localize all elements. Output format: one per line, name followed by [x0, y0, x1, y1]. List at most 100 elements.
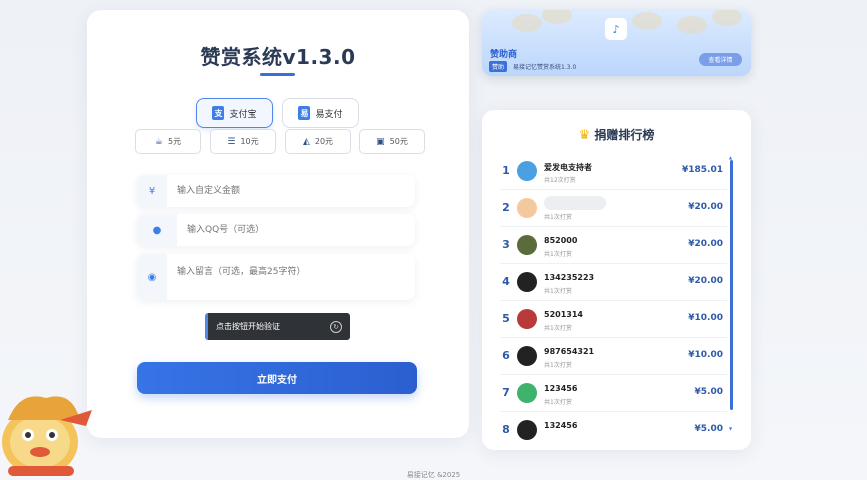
sponsor-banner[interactable]: ♪ 赞助商 赞助 易接记忆赞赏系统1.3.0 查看详情 [482, 10, 751, 76]
rank-number: 1 [502, 164, 510, 177]
refresh-icon: ↻ [330, 320, 342, 333]
donor-name: 123456 [544, 384, 578, 393]
donor-name: 987654321 [544, 347, 595, 356]
amount-10-button[interactable]: ☰ 10元 [210, 129, 276, 154]
pay-now-button[interactable]: 立即支付 [137, 362, 417, 394]
donor-name: 爱发电支持者 [544, 163, 592, 172]
donation-count: 共1次打赏 [544, 214, 572, 221]
avatar [517, 161, 537, 181]
donation-count: 共1次打赏 [544, 362, 572, 369]
footer-copyright: 易接记忆 &2025 [406, 471, 461, 479]
avatar [517, 420, 537, 440]
pay-method-label: 易支付 [315, 109, 343, 120]
donation-amount: ¥5.00 [694, 424, 723, 434]
donation-amount: ¥20.00 [688, 239, 723, 249]
banner-desc: 易接记忆赞赏系统1.3.0 [513, 64, 577, 71]
banner-detail-button[interactable]: 查看详情 [699, 53, 742, 66]
rank-row: 4 134235223 共1次打赏 ¥20.00 [500, 264, 727, 301]
rank-number: 7 [502, 386, 510, 399]
banner-tag: 赞助 [489, 61, 508, 72]
yuan-icon: ¥ [137, 175, 167, 207]
donation-count: 共1次打赏 [544, 399, 572, 406]
donation-amount: ¥10.00 [688, 313, 723, 323]
scroll-down-icon[interactable]: ▼ [729, 426, 732, 431]
donor-name: 852000 [544, 236, 578, 245]
donation-rank-card: ♛ 捐赠排行榜 1 爱发电支持者 共12次打赏 ¥185.01 2 共1次打赏 ¥… [482, 110, 751, 450]
amount-label: 20元 [314, 137, 334, 146]
lion-mascot-illustration [2, 396, 92, 476]
alipay-icon: 支 [212, 106, 225, 120]
pay-method-alipay[interactable]: 支 支付宝 [196, 98, 273, 128]
donation-count: 共1次打赏 [544, 325, 572, 332]
rank-row: 7 123456 共1次打赏 ¥5.00 [500, 375, 727, 412]
custom-amount-input[interactable] [167, 175, 415, 207]
blurred-name [544, 196, 606, 210]
amount-50-button[interactable]: ▣ 50元 [359, 129, 425, 154]
donation-amount: ¥185.01 [682, 165, 723, 175]
coffee-icon: ☕ [154, 136, 163, 147]
message-input[interactable] [167, 254, 415, 300]
rank-number: 8 [502, 423, 510, 436]
qq-field: ● [137, 214, 415, 246]
rank-title: ♛ 捐赠排行榜 [482, 126, 751, 143]
crown-icon: ♛ [578, 128, 591, 143]
rank-number: 3 [502, 238, 510, 251]
avatar [517, 383, 537, 403]
donation-amount: ¥5.00 [694, 387, 723, 397]
donation-amount: ¥20.00 [688, 276, 723, 286]
rank-number: 4 [502, 275, 510, 288]
pizza-icon: ◭ [302, 136, 310, 147]
rank-row: 1 爱发电支持者 共12次打赏 ¥185.01 [500, 153, 727, 190]
donation-amount: ¥20.00 [688, 202, 723, 212]
burger-icon: ☰ [227, 136, 236, 147]
epay-icon: 易 [298, 106, 311, 120]
fish-decoration [542, 10, 572, 24]
fish-decoration [512, 14, 542, 32]
pay-method-label: 支付宝 [229, 109, 257, 120]
rank-list[interactable]: 1 爱发电支持者 共12次打赏 ¥185.01 2 共1次打赏 ¥20.00 3… [500, 153, 727, 440]
donation-count: 共12次打赏 [544, 177, 576, 184]
rank-row: 6 987654321 共1次打赏 ¥10.00 [500, 338, 727, 375]
avatar [517, 346, 537, 366]
amount-label: 5元 [167, 137, 182, 146]
fish-decoration [712, 10, 742, 26]
donor-name: 134235223 [544, 273, 595, 282]
rank-row: 2 共1次打赏 ¥20.00 [500, 190, 727, 227]
donation-count: 共1次打赏 [544, 251, 572, 258]
message-field: ◉ [137, 254, 415, 300]
rank-row: 5 5201314 共1次打赏 ¥10.00 [500, 301, 727, 338]
donor-name: 5201314 [544, 310, 583, 319]
title-underline [260, 73, 295, 76]
page-title: 赞赏系统v1.3.0 [200, 45, 356, 69]
rank-number: 2 [502, 201, 510, 214]
rank-title-text: 捐赠排行榜 [594, 128, 655, 142]
donation-amount: ¥10.00 [688, 350, 723, 360]
qq-input[interactable] [177, 214, 415, 246]
amount-label: 50元 [389, 137, 408, 146]
banner-title: 赞助商 [490, 50, 518, 60]
avatar [517, 272, 537, 292]
avatar [517, 235, 537, 255]
donation-count: 共1次打赏 [544, 288, 572, 295]
rank-row: 8 132456 ¥5.00 [500, 412, 727, 440]
rank-number: 6 [502, 349, 510, 362]
fish-decoration [677, 16, 707, 34]
donor-name: 132456 [544, 421, 578, 430]
amount-5-button[interactable]: ☕ 5元 [135, 129, 201, 154]
chat-icon: ◉ [137, 254, 167, 300]
avatar [517, 309, 537, 329]
avatar [517, 198, 537, 218]
custom-amount-field: ¥ [137, 175, 415, 207]
captcha-button[interactable]: 点击按钮开始验证 ↻ [205, 313, 350, 340]
rank-number: 5 [502, 312, 510, 325]
rank-scrollbar[interactable] [730, 160, 733, 410]
captcha-label: 点击按钮开始验证 [216, 322, 280, 331]
pay-method-epay[interactable]: 易 易支付 [282, 98, 359, 128]
amount-label: 10元 [240, 137, 259, 146]
gift-icon: ▣ [376, 136, 385, 147]
banner-logo-icon: ♪ [605, 18, 627, 40]
donation-form-card: 赞赏系统v1.3.0 支 支付宝 易 易支付 ☕ 5元 ☰ 10元 ◭ 20元 … [87, 10, 469, 438]
fish-decoration [632, 12, 662, 30]
qq-icon: ● [137, 214, 177, 246]
amount-20-button[interactable]: ◭ 20元 [285, 129, 351, 154]
